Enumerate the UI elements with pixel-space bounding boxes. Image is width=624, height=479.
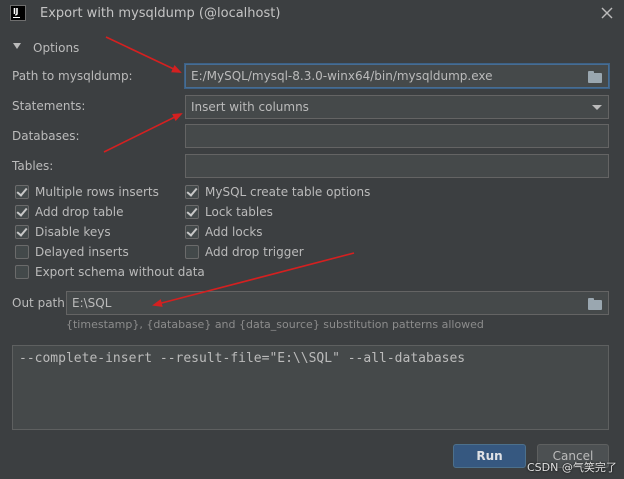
out-path-field[interactable]: E:\SQL [66,291,609,315]
statements-value: Insert with columns [191,100,309,114]
multiple-rows-inserts-checkbox[interactable] [15,185,29,199]
statements-label: Statements: [12,99,86,113]
disable-keys-label[interactable]: Disable keys [35,225,111,239]
add-drop-trigger-checkbox[interactable] [185,245,199,259]
folder-icon[interactable] [588,71,602,83]
add-locks-label[interactable]: Add locks [205,225,263,239]
watermark: CSDN @气笑完了 [527,461,617,474]
add-drop-trigger-label[interactable]: Add drop trigger [205,245,304,259]
export-schema-without-data-label[interactable]: Export schema without data [35,265,205,279]
intellij-icon: IJ [10,5,26,21]
tables-field[interactable] [185,154,609,178]
options-collapse-icon[interactable] [13,43,21,49]
command-preview[interactable]: --complete-insert --result-file="E:\\SQL… [12,345,609,430]
disable-keys-checkbox[interactable] [15,225,29,239]
delayed-inserts-checkbox[interactable] [15,245,29,259]
options-section-label[interactable]: Options [33,41,79,55]
databases-field[interactable] [185,124,609,148]
databases-label: Databases: [12,129,80,143]
path-label: Path to mysqldump: [12,69,133,83]
lock-tables-checkbox[interactable] [185,205,199,219]
add-drop-table-checkbox[interactable] [15,205,29,219]
annotation-arrow [105,36,182,73]
add-drop-table-label[interactable]: Add drop table [35,205,124,219]
path-value: E:/MySQL/mysql-8.3.0-winx64/bin/mysqldum… [191,69,493,83]
substitution-hint: {timestamp}, {database} and {data_source… [66,318,484,331]
tables-label: Tables: [12,159,54,173]
out-path-value: E:\SQL [72,296,112,310]
multiple-rows-inserts-label[interactable]: Multiple rows inserts [35,185,159,199]
add-locks-checkbox[interactable] [185,225,199,239]
command-text: --complete-insert --result-file="E:\\SQL… [19,351,466,366]
chevron-down-icon[interactable] [592,105,602,110]
folder-icon[interactable] [588,298,602,310]
window-title: Export with mysqldump (@localhost) [40,6,281,21]
run-button[interactable]: Run [453,444,526,468]
delayed-inserts-label[interactable]: Delayed inserts [35,245,129,259]
mysql-create-table-options-label[interactable]: MySQL create table options [205,185,370,199]
out-path-label: Out path: [12,296,69,310]
statements-select[interactable]: Insert with columns [185,95,609,119]
close-icon[interactable] [600,6,614,20]
annotation-arrow [103,113,183,153]
path-field[interactable]: E:/MySQL/mysql-8.3.0-winx64/bin/mysqldum… [185,64,609,88]
export-schema-without-data-checkbox[interactable] [15,265,29,279]
lock-tables-label[interactable]: Lock tables [205,205,273,219]
mysql-create-table-options-checkbox[interactable] [185,185,199,199]
